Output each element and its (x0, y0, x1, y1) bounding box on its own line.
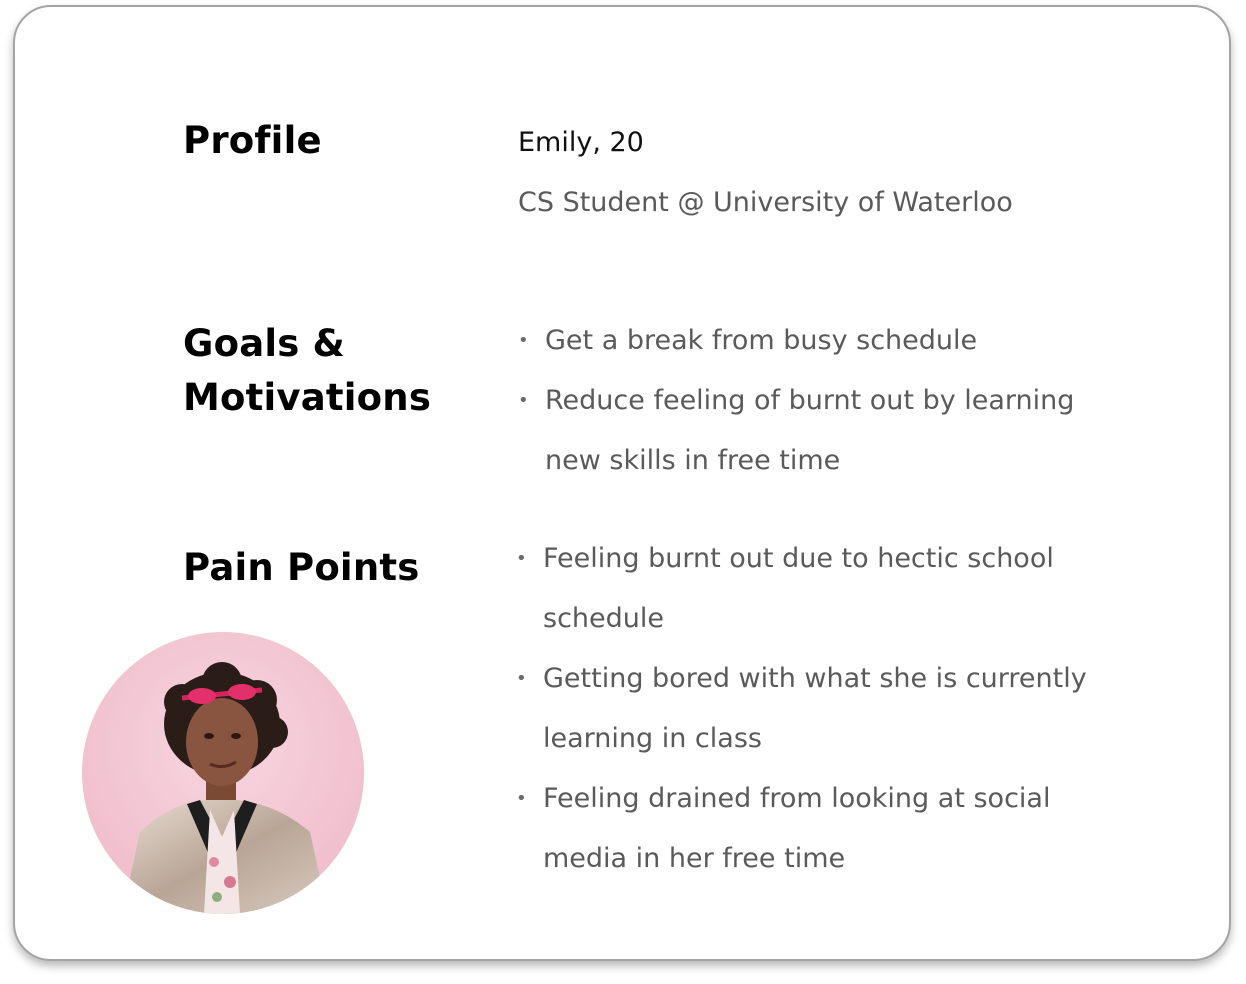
pain-points-list: • Feeling burnt out due to hectic school… (516, 529, 1123, 889)
pain-points-heading: Pain Points (183, 546, 420, 589)
avatar-illustration (82, 632, 364, 914)
goals-list: • Get a break from busy schedule • Reduc… (518, 311, 1115, 491)
goal-item: • Get a break from busy schedule (518, 311, 1115, 371)
pain-point-text: Feeling burnt out due to hectic school s… (543, 543, 1054, 634)
pain-point-text: Getting bored with what she is currently… (543, 663, 1087, 754)
pain-point-item: • Feeling drained from looking at social… (516, 769, 1123, 889)
persona-role: CS Student @ University of Waterloo (518, 187, 1013, 218)
pain-point-item: • Getting bored with what she is current… (516, 649, 1123, 769)
bullet-icon: • (516, 548, 527, 569)
bullet-icon: • (518, 390, 529, 411)
persona-name-age: Emily, 20 (518, 127, 644, 158)
goals-heading: Goals & Motivations (183, 322, 432, 419)
goal-text: Reduce feeling of burnt out by learning … (545, 385, 1075, 476)
goal-text: Get a break from busy schedule (545, 325, 978, 356)
goal-item: • Reduce feeling of burnt out by learnin… (518, 371, 1115, 491)
bullet-icon: • (516, 788, 527, 809)
profile-heading: Profile (183, 119, 322, 162)
bullet-icon: • (516, 668, 527, 689)
avatar (82, 632, 364, 914)
pain-point-text: Feeling drained from looking at social m… (543, 783, 1051, 874)
pain-point-item: • Feeling burnt out due to hectic school… (516, 529, 1123, 649)
bullet-icon: • (518, 330, 529, 351)
